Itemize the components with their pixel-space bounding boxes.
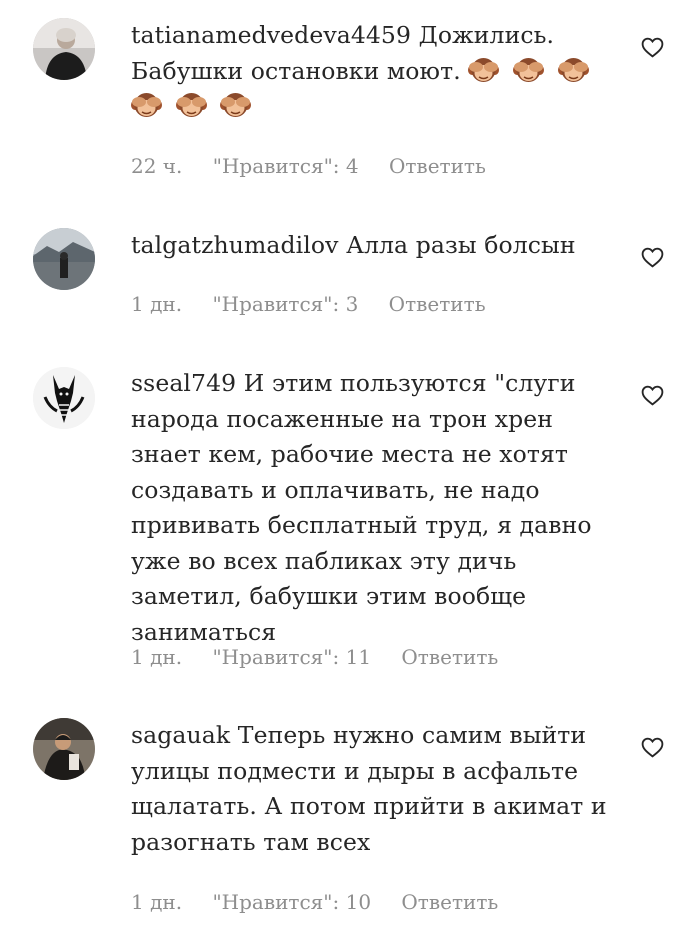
comment-time: 22 ч. xyxy=(131,154,183,178)
comment-username[interactable]: sseal749 xyxy=(131,369,236,397)
comment-likes[interactable]: "Нравится": 4 xyxy=(213,154,359,178)
comment-text: Алла разы болсын xyxy=(346,231,576,259)
comment-username[interactable]: tatianamedvedeva4459 xyxy=(131,21,411,49)
reply-button[interactable]: Ответить xyxy=(389,154,486,178)
comment-likes[interactable]: "Нравится": 11 xyxy=(212,645,371,669)
see-no-evil-monkey-icon xyxy=(512,57,544,82)
avatar[interactable] xyxy=(33,18,95,80)
comment-meta: 1 дн. "Нравится": 3 Ответить xyxy=(131,292,510,316)
reply-button[interactable]: Ответить xyxy=(401,890,498,914)
comment-time: 1 дн. xyxy=(131,645,183,669)
reply-button[interactable]: Ответить xyxy=(401,645,498,669)
comment-text: И этим пользуются "слуги народа посаженн… xyxy=(131,369,592,646)
see-no-evil-monkey-icon xyxy=(131,93,162,117)
like-heart-icon[interactable] xyxy=(640,245,665,270)
comment-meta: 1 дн. "Нравится": 11 Ответить xyxy=(131,645,522,669)
see-no-evil-monkey-icon xyxy=(557,57,589,82)
comment-body: sagauak Теперь нужно самим выйти улицы п… xyxy=(131,718,611,860)
avatar[interactable] xyxy=(33,228,95,290)
comment-username[interactable]: talgatzhumadilov xyxy=(131,231,339,259)
see-no-evil-monkey-icon xyxy=(220,93,252,117)
comment-body: tatianamedvedeva4459 Дожились. Бабушки о… xyxy=(131,18,611,125)
comment-time: 1 дн. xyxy=(131,890,183,914)
reply-button[interactable]: Ответить xyxy=(389,292,486,316)
comment-likes[interactable]: "Нравится": 3 xyxy=(212,292,358,316)
comment-body: sseal749 И этим пользуются "слуги народа… xyxy=(131,366,611,650)
like-heart-icon[interactable] xyxy=(640,735,665,760)
avatar[interactable] xyxy=(33,367,95,429)
avatar[interactable] xyxy=(33,718,95,780)
comment-likes[interactable]: "Нравится": 10 xyxy=(212,890,371,914)
like-heart-icon[interactable] xyxy=(640,383,665,408)
see-no-evil-monkey-icon xyxy=(175,93,207,117)
like-heart-icon[interactable] xyxy=(640,35,665,60)
comment-meta: 22 ч. "Нравится": 4 Ответить xyxy=(131,154,510,178)
comment-time: 1 дн. xyxy=(131,292,183,316)
see-no-evil-monkey-icon xyxy=(468,57,500,82)
comment-meta: 1 дн. "Нравится": 10 Ответить xyxy=(131,890,522,914)
comment-username[interactable]: sagauak xyxy=(131,721,230,749)
comment-body: talgatzhumadilov Алла разы болсын xyxy=(131,228,611,264)
